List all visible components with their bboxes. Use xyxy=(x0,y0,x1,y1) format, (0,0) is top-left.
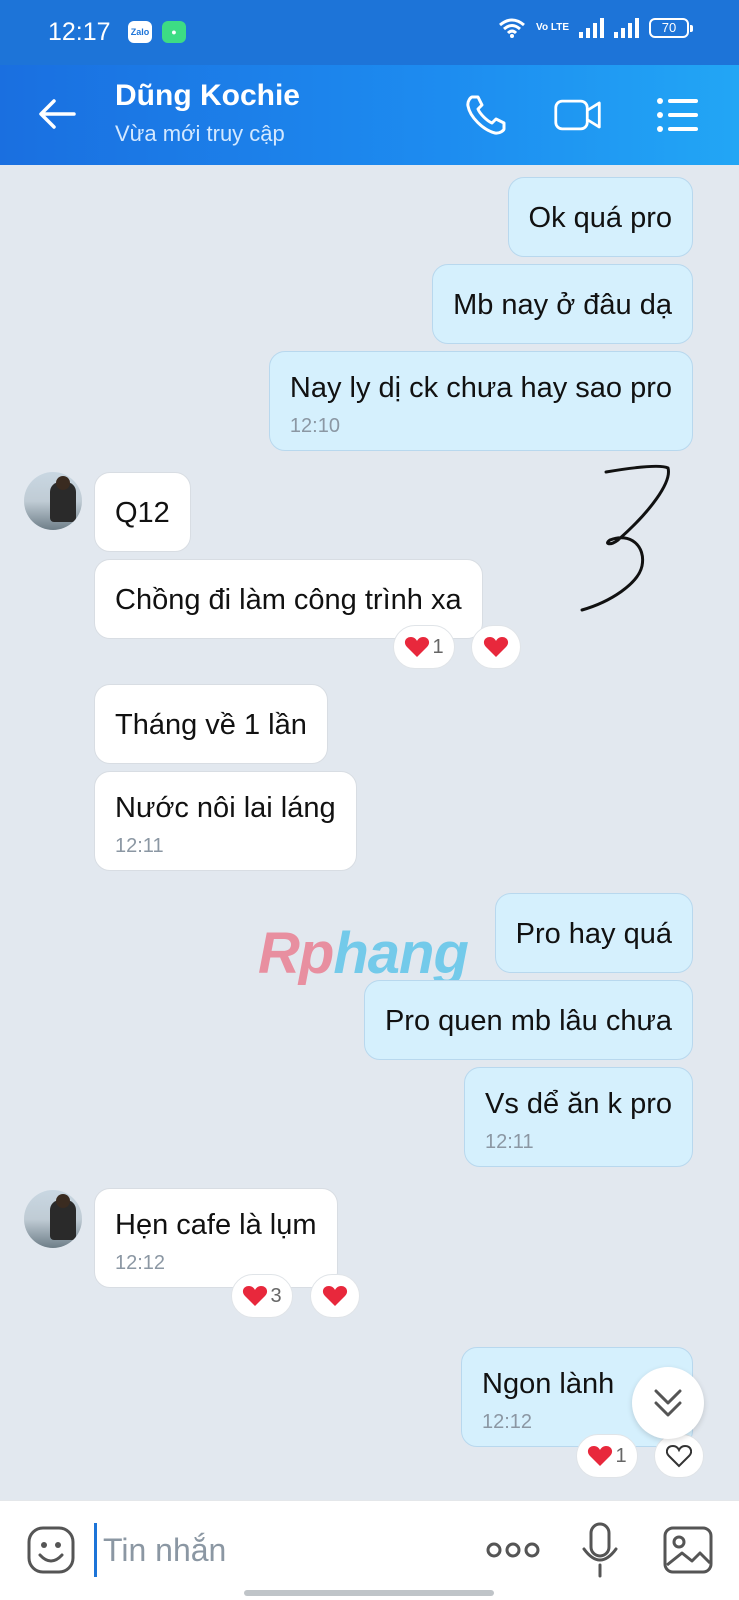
message-time: 12:11 xyxy=(115,835,164,857)
message-text: Hẹn cafe là lụm xyxy=(115,1209,317,1241)
message-input[interactable] xyxy=(94,1523,444,1577)
reaction-number: 1 xyxy=(615,1444,627,1467)
video-call-icon[interactable] xyxy=(553,91,603,139)
menu-list-icon[interactable] xyxy=(652,91,702,139)
contact-avatar[interactable] xyxy=(24,472,82,530)
message-text: Ngon lành xyxy=(482,1368,615,1400)
battery-icon: 70 xyxy=(649,18,693,38)
message-time: 12:12 xyxy=(115,1252,166,1274)
volte-icon: Vo LTE xyxy=(536,22,569,33)
react-button[interactable] xyxy=(654,1434,704,1478)
image-gallery-icon[interactable] xyxy=(662,1525,714,1575)
signal-2-icon xyxy=(614,18,639,38)
wifi-icon xyxy=(499,18,525,38)
more-options-icon[interactable] xyxy=(486,1537,540,1563)
chat-header: Dũng Kochie Vừa mới truy cập xyxy=(0,65,739,165)
outgoing-message[interactable]: Nay ly dị ck chưa hay sao pro 12:10 xyxy=(268,351,693,451)
heart-icon xyxy=(405,637,430,657)
message-input-bar xyxy=(0,1500,739,1600)
heart-icon xyxy=(483,637,509,657)
react-button[interactable] xyxy=(310,1274,360,1318)
contact-name[interactable]: Dũng Kochie xyxy=(115,79,300,113)
status-time: 12:17 xyxy=(48,18,111,46)
handwritten-3-scribble xyxy=(580,464,670,612)
reaction-number: 3 xyxy=(270,1284,282,1307)
message-text: Mb nay ở đâu dạ xyxy=(453,289,672,321)
signal-1-icon xyxy=(579,18,604,38)
message-text: Vs dể ăn k pro xyxy=(485,1088,672,1120)
outgoing-message[interactable]: Pro hay quá xyxy=(494,893,693,973)
reaction-count[interactable]: 1 xyxy=(393,625,455,669)
double-chevron-down-icon xyxy=(654,1389,682,1417)
message-text: Pro hay quá xyxy=(515,918,672,950)
heart-icon xyxy=(243,1286,268,1306)
heart-icon xyxy=(588,1446,613,1466)
chat-notification-icon: ● xyxy=(162,21,186,43)
heart-outline-icon xyxy=(666,1444,692,1468)
outgoing-message[interactable]: Ok quá pro xyxy=(507,177,693,257)
contact-avatar[interactable] xyxy=(24,1190,82,1248)
reaction-count[interactable]: 3 xyxy=(231,1274,293,1318)
message-text: Q12 xyxy=(115,497,170,529)
contact-status: Vừa mới truy cập xyxy=(115,121,285,146)
outgoing-message[interactable]: Mb nay ở đâu dạ xyxy=(432,264,693,344)
message-text: Nước nôi lai láng xyxy=(115,792,336,824)
message-text: Chồng đi làm công trình xa xyxy=(115,584,462,616)
message-text: Nay ly dị ck chưa hay sao pro xyxy=(289,372,672,404)
outgoing-message[interactable]: Vs dể ăn k pro 12:11 xyxy=(464,1067,693,1167)
reaction-number: 1 xyxy=(432,635,444,658)
scroll-to-bottom-button[interactable] xyxy=(632,1367,704,1439)
status-bar: 12:17 Zalo ● Vo LTE 70 xyxy=(0,0,739,65)
message-text: Pro quen mb lâu chưa xyxy=(384,1005,672,1037)
reaction-count[interactable]: 1 xyxy=(576,1434,638,1478)
message-time: 12:11 xyxy=(485,1131,534,1153)
incoming-message[interactable]: Hẹn cafe là lụm 12:12 xyxy=(94,1188,338,1288)
message-list[interactable]: Ok quá pro Mb nay ở đâu dạ Nay ly dị ck … xyxy=(0,165,739,1500)
message-text: Tháng về 1 lần xyxy=(115,709,307,741)
watermark: Rphang xyxy=(258,921,469,986)
home-indicator[interactable] xyxy=(244,1590,494,1596)
react-button[interactable] xyxy=(471,625,521,669)
incoming-message[interactable]: Nước nôi lai láng 12:11 xyxy=(94,771,357,871)
message-text: Ok quá pro xyxy=(528,202,672,234)
incoming-message[interactable]: Tháng về 1 lần xyxy=(94,684,328,764)
sticker-emoji-icon[interactable] xyxy=(26,1525,76,1575)
outgoing-message[interactable]: Pro quen mb lâu chưa xyxy=(363,980,693,1060)
heart-icon xyxy=(322,1286,348,1306)
microphone-icon[interactable] xyxy=(580,1521,620,1579)
message-time: 12:10 xyxy=(289,415,340,437)
phone-icon[interactable] xyxy=(463,91,513,139)
zalo-notification-icon: Zalo xyxy=(128,21,152,43)
status-indicators: Vo LTE 70 xyxy=(498,18,693,38)
back-arrow-icon[interactable] xyxy=(36,93,78,135)
incoming-message[interactable]: Q12 xyxy=(94,472,191,552)
